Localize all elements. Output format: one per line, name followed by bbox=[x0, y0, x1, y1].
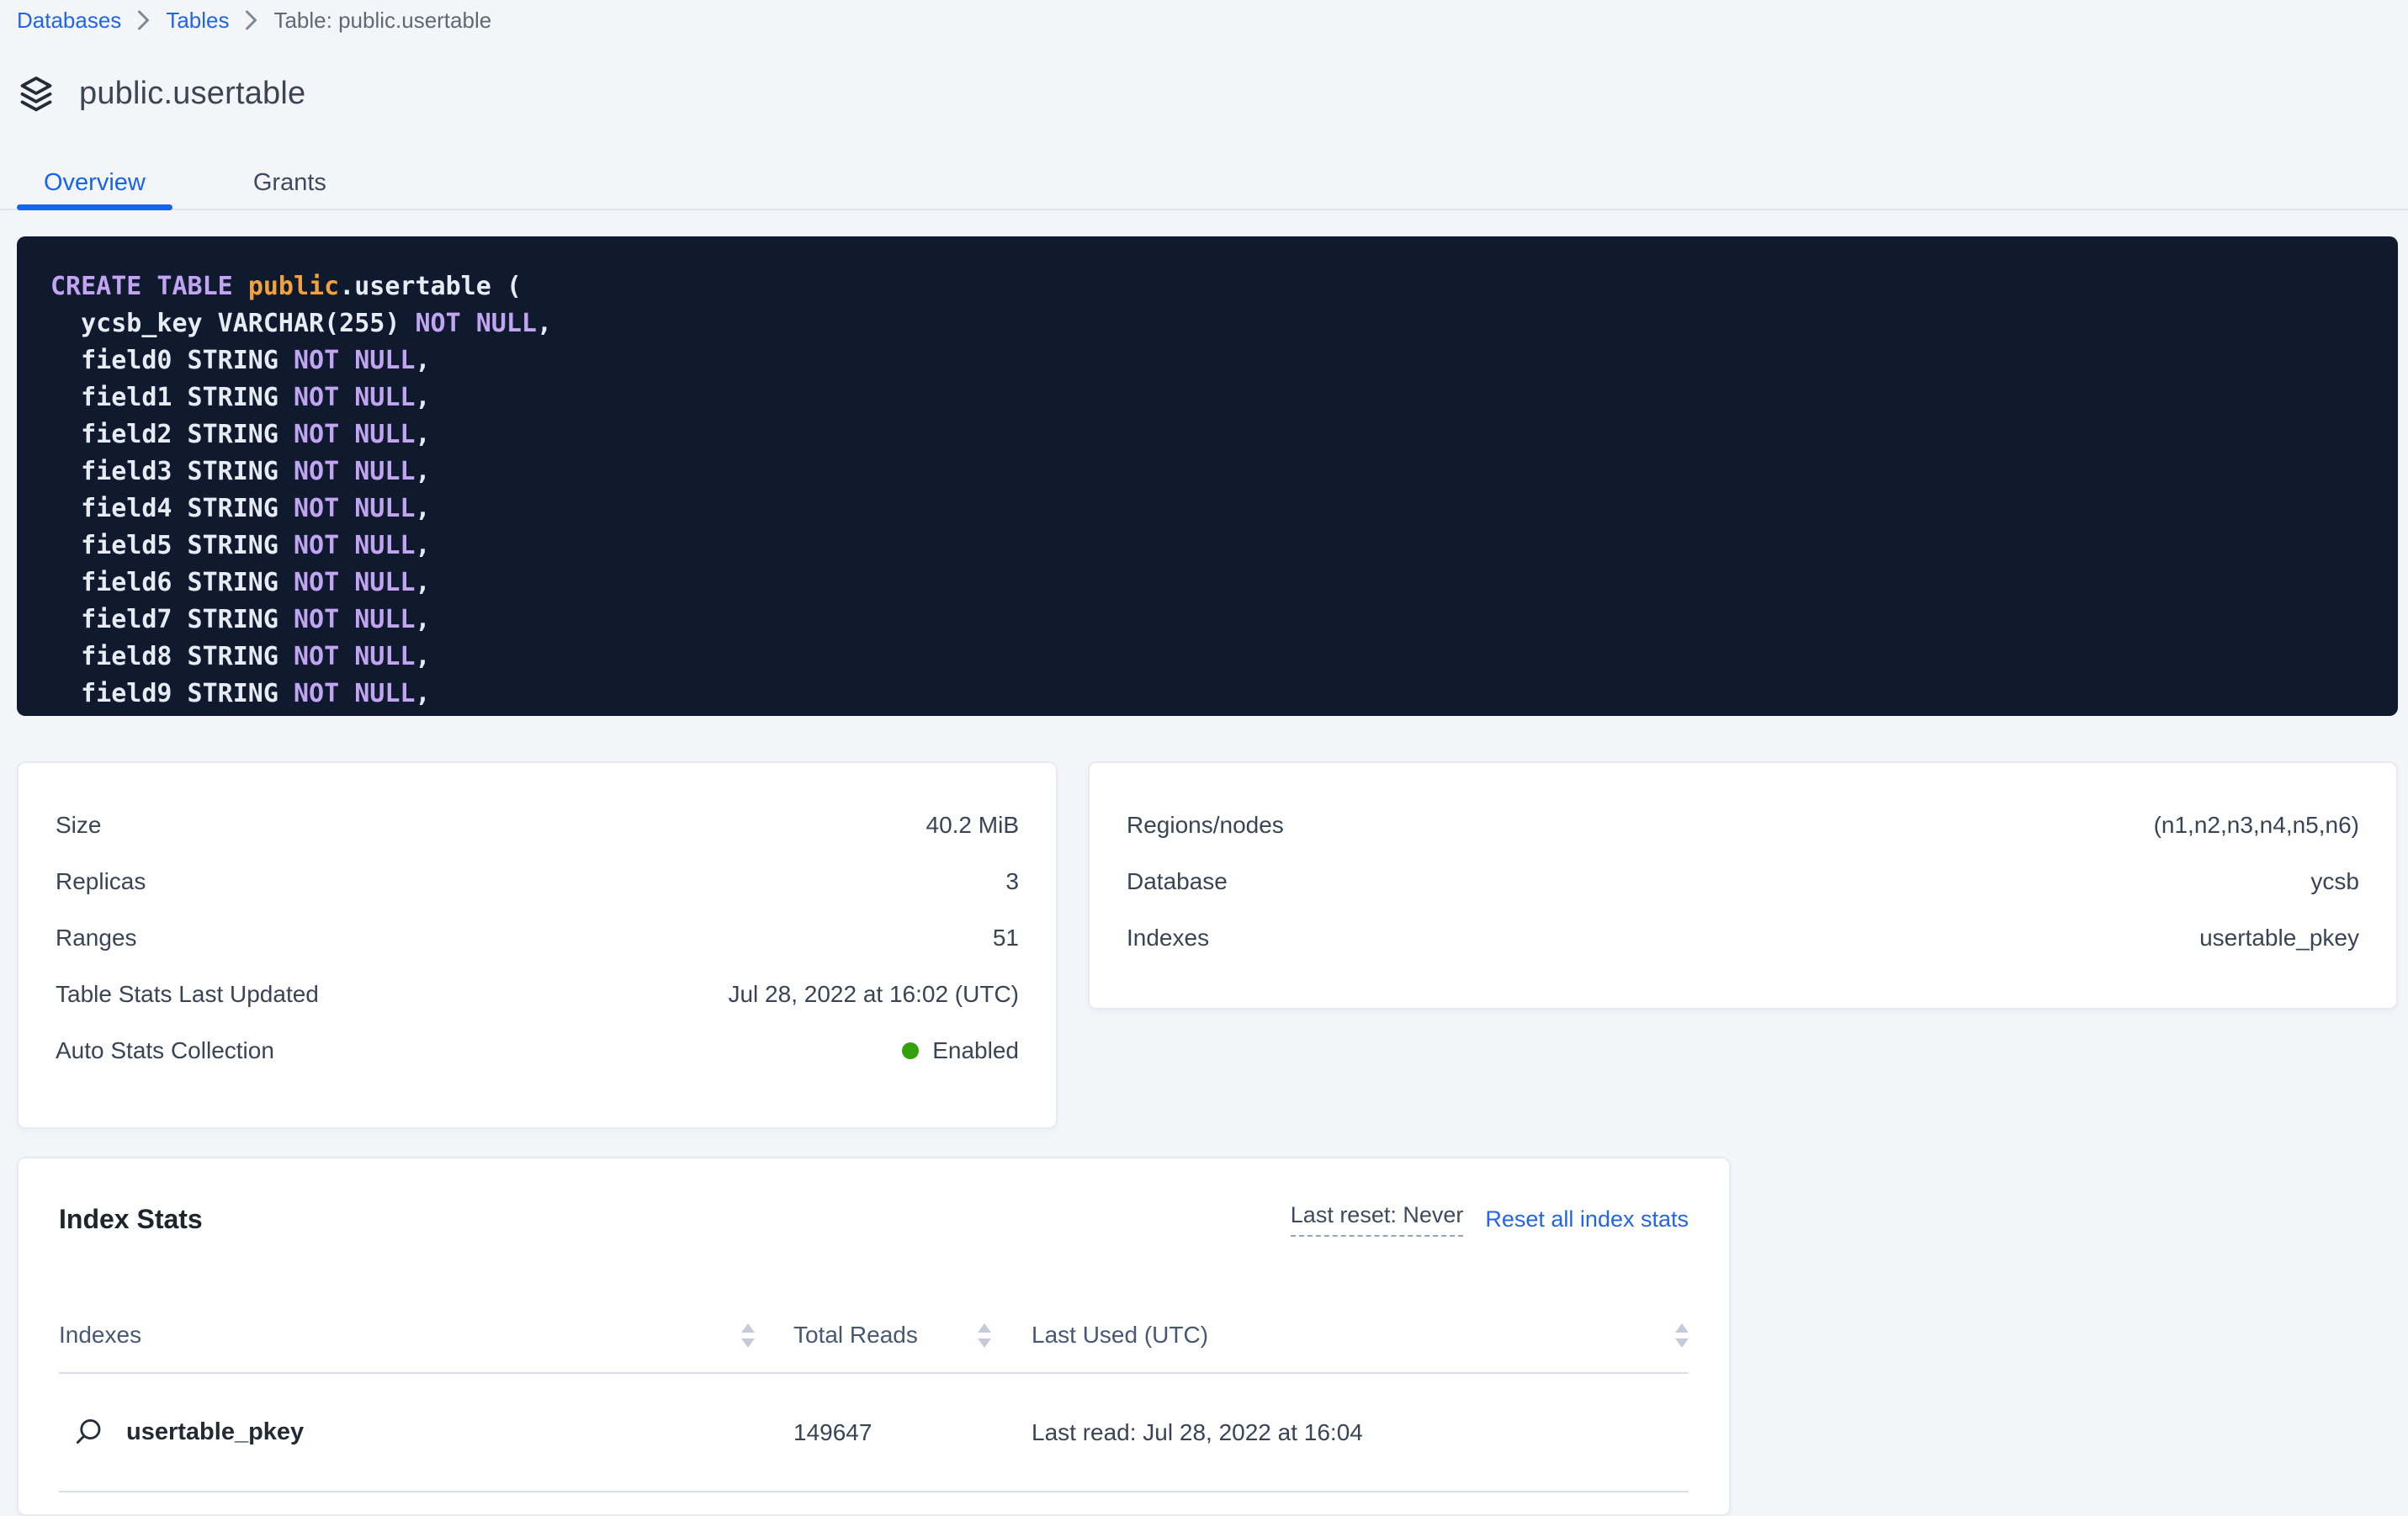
stat-label: Table Stats Last Updated bbox=[56, 981, 319, 1008]
stat-value: Enabled bbox=[902, 1037, 1019, 1064]
stat-row: Ranges 51 bbox=[56, 909, 1019, 966]
breadcrumb-link[interactable]: Tables bbox=[166, 8, 229, 34]
last-reset-label[interactable]: Last reset: Never bbox=[1291, 1202, 1464, 1237]
last-used-cell: Last read: Jul 28, 2022 at 16:04 bbox=[991, 1419, 1689, 1446]
sort-arrows-icon[interactable] bbox=[1675, 1323, 1689, 1348]
sql-line: field5 STRING NOT NULL, bbox=[50, 527, 2364, 565]
tab-bar: Overview Grants bbox=[0, 156, 2408, 210]
column-header-label: Last Used (UTC) bbox=[1032, 1322, 1208, 1349]
stat-label: Replicas bbox=[56, 868, 146, 895]
column-header-total-reads[interactable]: Total Reads bbox=[755, 1322, 991, 1349]
index-table-row: usertable_pkey 149647Last read: Jul 28, 2… bbox=[59, 1374, 1689, 1492]
chevron-right-icon bbox=[136, 10, 151, 30]
search-icon bbox=[72, 1417, 104, 1449]
index-stats-title: Index Stats bbox=[59, 1204, 203, 1235]
sql-line: ycsb_key VARCHAR(255) NOT NULL, bbox=[50, 305, 2364, 342]
stat-label: Auto Stats Collection bbox=[56, 1037, 274, 1064]
details-cards-row: Size 40.2 MiB Replicas 3 Ranges 51 Table Stats… bbox=[17, 761, 2398, 1129]
sort-arrows-icon[interactable] bbox=[741, 1323, 755, 1348]
breadcrumb: Databases Tables Table: public.usertable bbox=[17, 0, 2398, 35]
stat-label: Indexes bbox=[1127, 925, 1209, 951]
status-dot-icon bbox=[902, 1042, 919, 1059]
table-detail-page: Databases Tables Table: public.usertable p… bbox=[0, 0, 2408, 1503]
stat-row: Database ycsb bbox=[1127, 853, 2359, 909]
sql-line: CREATE TABLE public.usertable ( bbox=[50, 268, 2364, 305]
index-table-header: Indexes Total Reads Last Used (UTC) bbox=[59, 1243, 1689, 1374]
breadcrumb-current: Table: public.usertable bbox=[273, 8, 491, 34]
reset-all-index-stats-link[interactable]: Reset all index stats bbox=[1485, 1206, 1689, 1232]
stat-value: 40.2 MiB bbox=[926, 812, 1020, 839]
stat-row: Size 40.2 MiB bbox=[56, 797, 1019, 853]
sql-line: field0 STRING NOT NULL, bbox=[50, 342, 2364, 379]
index-stats-controls: Last reset: Never Reset all index stats bbox=[1291, 1202, 1689, 1237]
column-header-indexes[interactable]: Indexes bbox=[59, 1322, 755, 1349]
sql-line: field2 STRING NOT NULL, bbox=[50, 416, 2364, 453]
stat-value: 51 bbox=[993, 925, 1019, 951]
column-header-last-used[interactable]: Last Used (UTC) bbox=[991, 1322, 1689, 1349]
stat-row: Auto Stats Collection Enabled bbox=[56, 1022, 1019, 1079]
stat-value: usertable_pkey bbox=[2199, 925, 2359, 951]
index-stats-card: Index Stats Last reset: Never Reset all … bbox=[17, 1157, 1731, 1516]
stat-value: 3 bbox=[1005, 868, 1019, 895]
page-header: public.usertable bbox=[17, 66, 2398, 121]
sort-arrows-icon[interactable] bbox=[978, 1323, 991, 1348]
stat-value: Jul 28, 2022 at 16:02 (UTC) bbox=[728, 981, 1019, 1008]
chevron-right-icon bbox=[244, 10, 258, 30]
sql-line: field7 STRING NOT NULL, bbox=[50, 602, 2364, 639]
column-header-label: Total Reads bbox=[793, 1322, 918, 1349]
total-reads-cell: 149647 bbox=[755, 1419, 991, 1446]
stat-label: Ranges bbox=[56, 925, 137, 951]
stat-value: (n1,n2,n3,n4,n5,n6) bbox=[2154, 812, 2359, 839]
index-stats-header: Index Stats Last reset: Never Reset all … bbox=[59, 1158, 1689, 1243]
sql-line: field4 STRING NOT NULL, bbox=[50, 490, 2364, 527]
stat-row: Replicas 3 bbox=[56, 853, 1019, 909]
breadcrumb-link[interactable]: Databases bbox=[17, 8, 121, 34]
sql-line: field3 STRING NOT NULL, bbox=[50, 453, 2364, 490]
index-table-body: usertable_pkey 149647Last read: Jul 28, 2… bbox=[59, 1374, 1689, 1492]
table-stats-card: Size 40.2 MiB Replicas 3 Ranges 51 Table Stats… bbox=[17, 761, 1058, 1129]
stat-label: Database bbox=[1127, 868, 1228, 895]
stack-icon bbox=[17, 74, 56, 113]
index-name-cell: usertable_pkey bbox=[59, 1417, 755, 1449]
stat-row: Indexes usertable_pkey bbox=[1127, 909, 2359, 966]
stat-label: Regions/nodes bbox=[1127, 812, 1284, 839]
table-info-card: Regions/nodes (n1,n2,n3,n4,n5,n6) Database… bbox=[1088, 761, 2398, 1010]
tab-grants[interactable]: Grants bbox=[226, 156, 353, 209]
stat-label: Size bbox=[56, 812, 101, 839]
stat-row: Regions/nodes (n1,n2,n3,n4,n5,n6) bbox=[1127, 797, 2359, 853]
column-header-label: Indexes bbox=[59, 1322, 141, 1349]
sql-line: field9 STRING NOT NULL, bbox=[50, 676, 2364, 713]
page-title: public.usertable bbox=[79, 76, 305, 112]
sql-line: field1 STRING NOT NULL, bbox=[50, 379, 2364, 416]
sql-line: field6 STRING NOT NULL, bbox=[50, 565, 2364, 602]
index-name-link[interactable]: usertable_pkey bbox=[126, 1418, 304, 1446]
stat-value: ycsb bbox=[2310, 868, 2359, 895]
stat-row: Table Stats Last Updated Jul 28, 2022 at … bbox=[56, 966, 1019, 1022]
sql-create-statement: CREATE TABLE public.usertable ( ycsb_key… bbox=[17, 236, 2398, 716]
sql-line: field8 STRING NOT NULL, bbox=[50, 639, 2364, 676]
tab-overview[interactable]: Overview bbox=[17, 156, 172, 209]
